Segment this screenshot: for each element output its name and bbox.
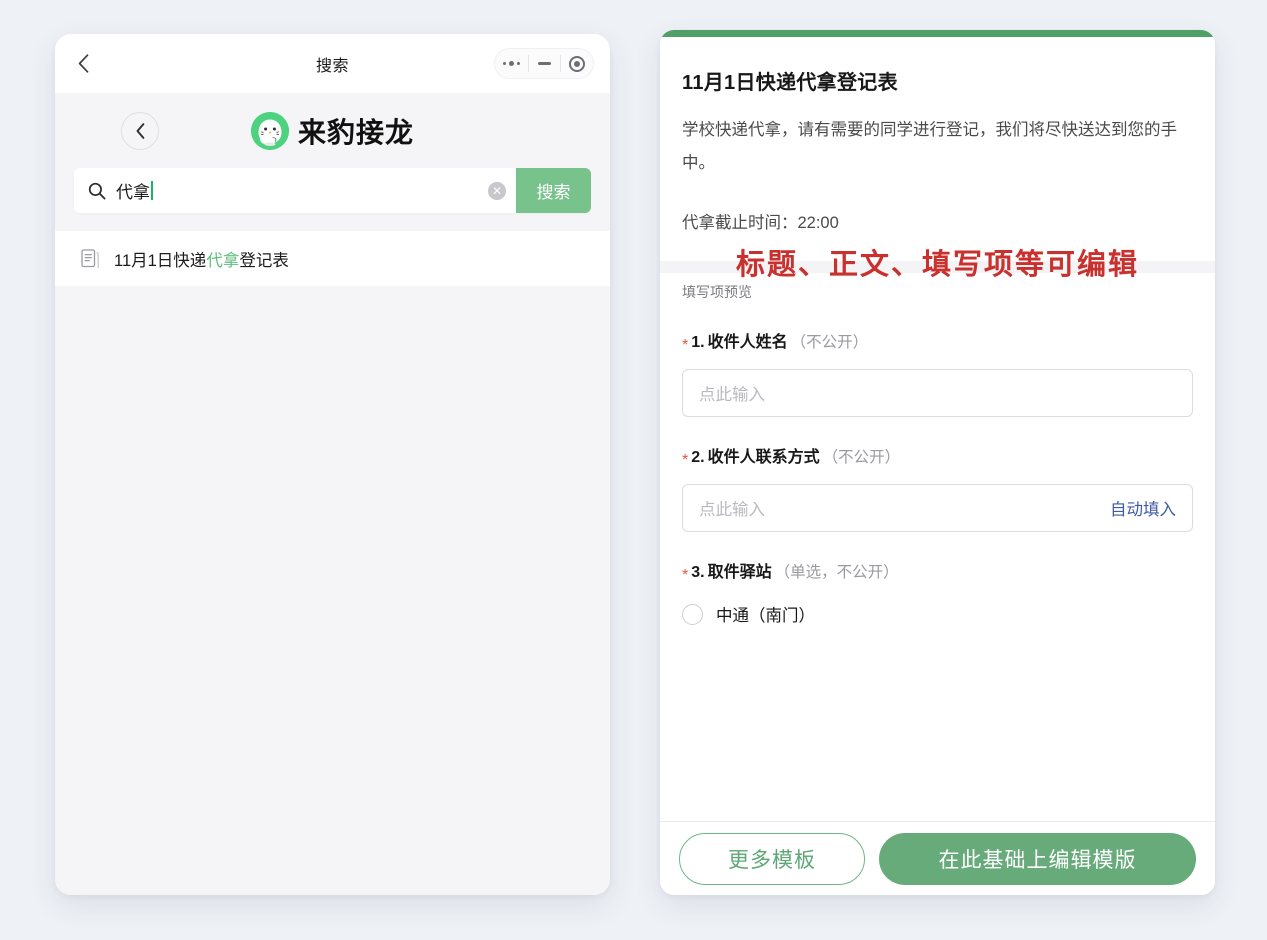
annotation-overlay: 标题、正文、填写项等可编辑 [735,249,1139,281]
preview-section-label: 填写项预览 [682,284,752,300]
search-window: 搜索 来豹接龙 代拿 ✕ 搜索 11月1日快递代拿登记表 [55,34,610,895]
field-hint: （不公开） [822,449,901,466]
app-header: 来豹接龙 [55,93,610,168]
more-templates-button[interactable]: 更多模板 [679,832,865,885]
chevron-left-circle-icon [136,122,145,139]
input-placeholder: 点此输入 [699,386,765,404]
field-title: 收件人姓名 [707,334,788,351]
accent-bar [660,30,1215,37]
search-input-value-wrap: 代拿 [116,178,478,203]
list-item-label: 11月1日快递代拿登记表 [114,247,289,271]
results-empty-area [55,286,610,895]
form-field-3: * 3. 取件驿站 （单选，不公开） 中通（南门） [682,532,1193,626]
text-caret [151,181,153,200]
list-item[interactable]: 11月1日快递代拿登记表 [55,231,610,286]
section-divider: 标题、正文、填写项等可编辑 [660,249,1215,281]
form-field-2: * 2. 收件人联系方式 （不公开） 点此输入 自动填入 [682,417,1193,532]
field-label: * 2. 收件人联系方式 （不公开） [682,443,1193,469]
radio-option-zhongtong[interactable]: 中通（南门） [682,602,1193,626]
template-body: 11月1日快递代拿登记表 学校快递代拿，请有需要的同学进行登记，我们将尽快送达到… [660,37,1215,821]
seal-mascot-avatar [250,111,289,150]
window-titlebar: 搜索 [55,34,610,93]
result-suffix: 登记表 [239,251,289,270]
field-title: 取件驿站 [707,564,772,581]
field-label: * 1. 收件人姓名 （不公开） [682,328,1193,354]
target-circle-icon [568,55,585,72]
minimize-button[interactable] [527,48,561,79]
result-prefix: 11月1日快递 [114,251,207,270]
more-dots-icon [502,60,521,67]
close-button[interactable] [560,48,593,79]
field-label: * 3. 取件驿站 （单选，不公开） [682,558,1193,584]
search-submit-button[interactable]: 搜索 [516,168,591,213]
app-back-button[interactable] [121,111,159,150]
field-hint: （不公开） [790,334,869,351]
field-index: 3. [691,564,705,581]
minimize-icon [537,62,551,65]
result-match: 代拿 [206,251,240,270]
screen: 搜索 来豹接龙 代拿 ✕ 搜索 11月1日快递代拿登记表 11月1日快递代拿登记… [0,0,1267,940]
required-star: * [682,567,689,584]
edit-template-button[interactable]: 在此基础上编辑模版 [879,832,1196,885]
search-icon [88,182,106,200]
recipient-contact-input[interactable]: 点此输入 自动填入 [682,484,1193,532]
required-star: * [682,452,689,469]
window-controls [494,48,594,79]
template-deadline: 代拿截止时间：22:00 [682,214,839,232]
search-input-value: 代拿 [116,183,150,202]
panel-footer: 更多模板 在此基础上编辑模版 [660,821,1215,895]
search-input[interactable]: 代拿 ✕ [74,168,516,213]
field-title: 收件人联系方式 [707,449,820,466]
app-title: 来豹接龙 [297,116,414,148]
document-icon [81,248,100,269]
radio-circle-icon [682,603,703,625]
titlebar-back-button[interactable] [55,34,111,93]
input-placeholder: 点此输入 [699,501,765,519]
clear-icon[interactable]: ✕ [488,181,506,200]
page-title: 11月1日快递代拿登记表 [682,72,898,94]
template-description: 学校快递代拿，请有需要的同学进行登记，我们将尽快送达到您的手中。 [682,121,1177,172]
required-star: * [682,337,689,354]
template-preview-panel: 11月1日快递代拿登记表 学校快递代拿，请有需要的同学进行登记，我们将尽快送达到… [660,30,1215,895]
field-index: 1. [691,334,705,351]
chevron-left-icon [78,54,89,73]
form-field-1: * 1. 收件人姓名 （不公开） 点此输入 [682,302,1193,417]
radio-option-label: 中通（南门） [716,607,815,625]
search-results: 11月1日快递代拿登记表 [55,231,610,286]
search-bar: 代拿 ✕ 搜索 [74,168,591,213]
field-hint: （单选，不公开） [774,564,899,581]
more-options-button[interactable] [495,48,528,79]
recipient-name-input[interactable]: 点此输入 [682,369,1193,417]
field-index: 2. [691,449,705,466]
autofill-button[interactable]: 自动填入 [1110,496,1176,520]
